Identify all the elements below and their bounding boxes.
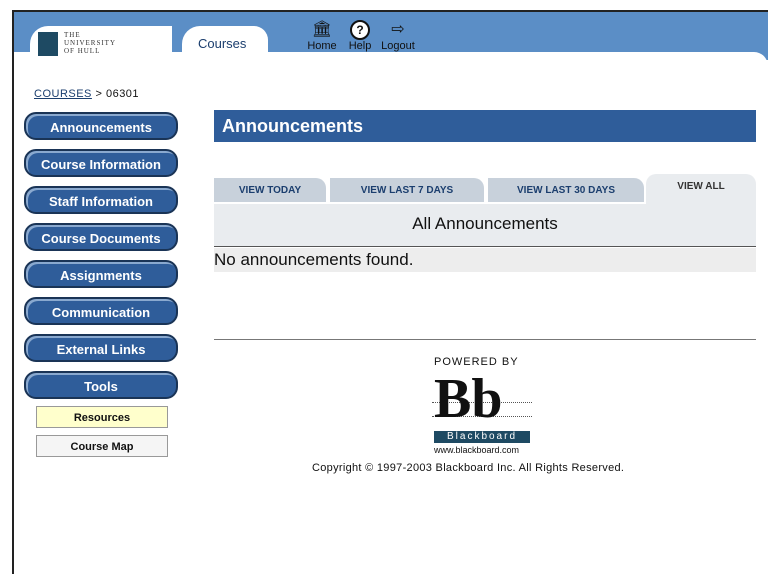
breadcrumb-current: 06301 — [105, 88, 140, 100]
breadcrumb: COURSES > 06301 — [34, 88, 139, 100]
logo-line: UNIVERSITY — [64, 39, 116, 47]
sidebar-item-course-information[interactable]: Course Information — [24, 149, 178, 177]
sidebar-subitem-resources[interactable]: Resources — [36, 406, 168, 428]
logo-line: OF HULL — [64, 47, 101, 55]
blackboard-logo-mark: Bb — [434, 368, 503, 430]
copyright-text: Copyright © 1997-2003 Blackboard Inc. Al… — [312, 462, 625, 474]
blackboard-logo[interactable]: Bb — [432, 368, 532, 430]
sidebar-item-external-links[interactable]: External Links — [24, 334, 178, 362]
breadcrumb-courses-link[interactable]: COURSES — [34, 88, 92, 100]
university-crest-icon — [38, 32, 58, 56]
blackboard-url[interactable]: www.blackboard.com — [434, 445, 519, 455]
sidebar-item-announcements[interactable]: Announcements — [24, 112, 178, 140]
tab-view-all[interactable]: VIEW ALL — [646, 174, 756, 204]
sidebar-item-staff-information[interactable]: Staff Information — [24, 186, 178, 214]
logo-text: THE UNIVERSITY OF HULL — [64, 31, 116, 55]
announcement-tabs: VIEW TODAY VIEW LAST 7 DAYS VIEW LAST 30… — [214, 174, 756, 204]
tab-courses-label: Courses — [198, 36, 247, 51]
tab-view-last-7-days[interactable]: VIEW LAST 7 DAYS — [330, 178, 484, 202]
sidebar-item-tools[interactable]: Tools — [24, 371, 178, 399]
sidebar-item-communication[interactable]: Communication — [24, 297, 178, 325]
home-icon: 🏛 — [311, 21, 333, 38]
page-title-bar: Announcements — [214, 110, 756, 142]
breadcrumb-separator: > — [91, 88, 106, 100]
blackboard-brand: Blackboard — [434, 431, 530, 443]
home-button[interactable]: 🏛 Home — [302, 20, 342, 58]
logout-button[interactable]: ⇨ Logout — [378, 20, 418, 58]
home-label: Home — [307, 40, 337, 52]
sidebar-subitem-course-map[interactable]: Course Map — [36, 435, 168, 457]
help-icon: ? — [340, 20, 380, 40]
help-circle-icon: ? — [350, 20, 370, 40]
sidebar-item-assignments[interactable]: Assignments — [24, 260, 178, 288]
tab-view-last-30-days[interactable]: VIEW LAST 30 DAYS — [488, 178, 644, 202]
footer-divider — [214, 339, 756, 340]
tab-view-today[interactable]: VIEW TODAY — [214, 178, 326, 202]
help-button[interactable]: ? Help — [340, 20, 380, 58]
logout-label: Logout — [381, 40, 415, 52]
section-title: All Announcements — [214, 204, 756, 247]
tab-courses[interactable]: Courses — [182, 26, 268, 60]
university-logo[interactable]: THE UNIVERSITY OF HULL — [30, 26, 172, 58]
logout-icon: ⇨ — [391, 21, 405, 38]
powered-by-label: POWERED BY — [434, 356, 519, 368]
page-title: Announcements — [222, 116, 364, 136]
empty-message: No announcements found. — [214, 248, 756, 272]
logo-line: THE — [64, 31, 81, 39]
help-label: Help — [348, 40, 372, 52]
sidebar-item-course-documents[interactable]: Course Documents — [24, 223, 178, 251]
